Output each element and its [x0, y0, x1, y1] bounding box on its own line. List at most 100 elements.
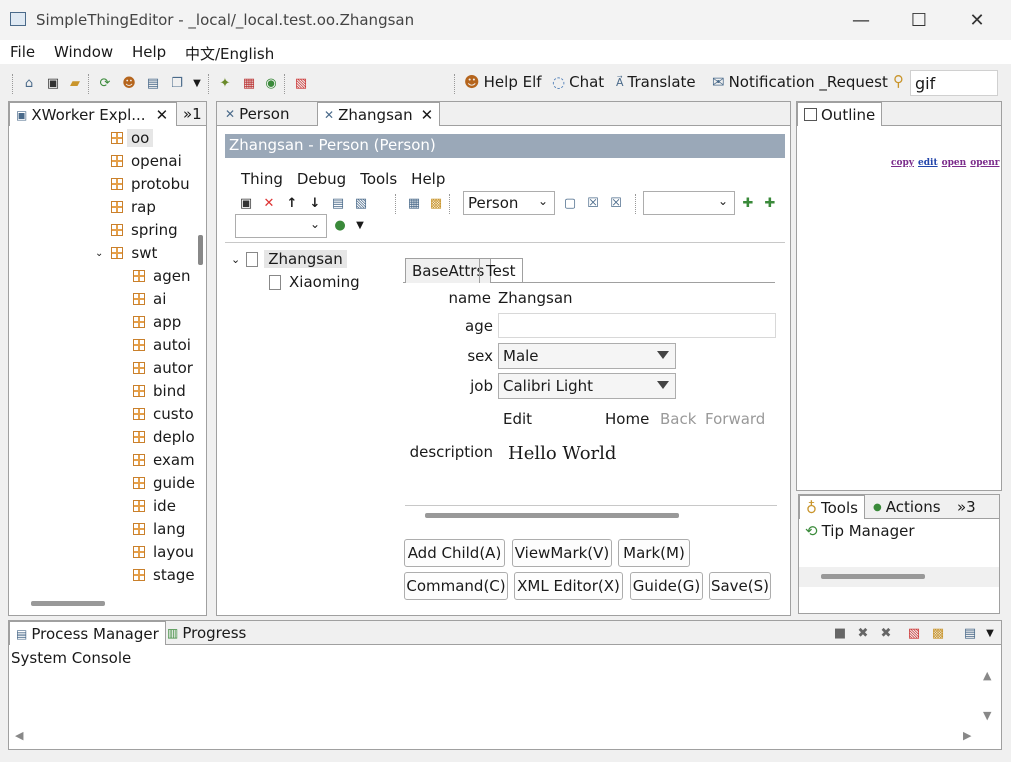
close-icon[interactable]: ✕	[156, 106, 169, 124]
tab-person[interactable]: ✕ Person	[219, 102, 295, 126]
tree-item-spring[interactable]: spring	[111, 219, 178, 241]
tree-item-openai[interactable]: openai	[111, 150, 182, 172]
horizontal-scrollbar[interactable]	[425, 513, 679, 518]
xml-editor-button[interactable]: XML Editor(X)	[514, 572, 623, 600]
chat-link[interactable]: ◌ Chat	[552, 73, 604, 91]
display-icon[interactable]: ▤	[961, 624, 979, 642]
close-button[interactable]: ✕	[954, 6, 1000, 34]
tree-item-lang[interactable]: lang	[133, 518, 185, 540]
tree-item-zhangsan[interactable]: ⌄ Zhangsan	[231, 248, 347, 270]
description-editor[interactable]: Hello World	[498, 433, 776, 499]
desc-forward-button[interactable]: Forward	[705, 410, 765, 428]
tree-item-ai[interactable]: ai	[133, 288, 166, 310]
tree-item-swt[interactable]: ⌄ swt	[95, 242, 157, 264]
search-input[interactable]: gif	[910, 70, 998, 96]
thing-x-icon[interactable]: ☒	[584, 194, 602, 212]
tree-item-autoi[interactable]: autoi	[133, 334, 191, 356]
command-button[interactable]: Command(C)	[404, 572, 508, 600]
scroll-up-icon[interactable]: ▲	[983, 669, 991, 682]
lock-icon[interactable]: ▩	[929, 624, 947, 642]
plugin-icon[interactable]: ✦	[216, 74, 234, 92]
close-icon[interactable]: ✕	[421, 106, 434, 124]
tab-zhangsan[interactable]: ✕ Zhangsan ✕	[317, 102, 441, 126]
save-icon[interactable]: ▣	[237, 194, 255, 212]
home-icon[interactable]: ⌂	[20, 74, 38, 92]
monitor-icon[interactable]: ▤	[144, 74, 162, 92]
menu-help[interactable]: Help	[411, 170, 445, 188]
notification-request-link[interactable]: ✉ Notification _Request	[712, 73, 888, 91]
desc-edit-tab[interactable]: Edit	[503, 410, 532, 428]
bookmark-icon[interactable]: ▩	[427, 194, 445, 212]
menu-thing[interactable]: Thing	[241, 170, 283, 188]
menu-language[interactable]: 中文/English	[185, 43, 274, 64]
save-button[interactable]: Save(S)	[709, 572, 771, 600]
tree-item-autor[interactable]: autor	[133, 357, 193, 379]
menu-tools[interactable]: Tools	[360, 170, 397, 188]
run-icon[interactable]: ✚	[739, 194, 757, 212]
new-thing-icon[interactable]: ▢	[561, 194, 579, 212]
dropdown-arrow-icon[interactable]: ▼	[351, 216, 369, 234]
clear-console-icon[interactable]: ▧	[905, 624, 923, 642]
tree-item-rap[interactable]: rap	[111, 196, 156, 218]
stop-icon[interactable]: ■	[831, 624, 849, 642]
dropdown-arrow-icon[interactable]: ▼	[188, 74, 206, 92]
tab-progress[interactable]: ▥ Progress	[161, 621, 252, 645]
scroll-down-icon[interactable]: ▼	[983, 709, 991, 722]
tree-item-layou[interactable]: layou	[133, 541, 194, 563]
target-select[interactable]: ⌄	[235, 214, 327, 238]
save-icon[interactable]: ▣	[44, 74, 62, 92]
open-folder-icon[interactable]: ▰	[66, 74, 84, 92]
refresh-icon[interactable]: ⟳	[96, 74, 114, 92]
tree-item-bind[interactable]: bind	[133, 380, 186, 402]
arrow-down-icon[interactable]: ↓	[306, 194, 324, 212]
delete-icon[interactable]: ✕	[260, 194, 278, 212]
menu-help[interactable]: Help	[132, 43, 166, 61]
pdf-icon[interactable]: ▧	[292, 74, 310, 92]
tree-item-stage[interactable]: stage	[133, 564, 195, 586]
tip-manager-item[interactable]: ⟲ Tip Manager	[805, 522, 915, 540]
chevron-down-icon[interactable]: ⌄	[95, 248, 103, 259]
chevron-down-icon[interactable]: ⌄	[231, 253, 240, 266]
tree-item-custo[interactable]: custo	[133, 403, 194, 425]
menu-file[interactable]: File	[10, 43, 35, 61]
tab-process-manager[interactable]: ▤ Process Manager	[9, 621, 166, 645]
remove-all-icon[interactable]: ✖	[877, 624, 895, 642]
openr-link[interactable]: openr	[970, 158, 999, 168]
tree-item-protobuf[interactable]: protobu	[111, 173, 190, 195]
tab-outline[interactable]: Outline	[797, 102, 883, 126]
tree-item-deplo[interactable]: deplo	[133, 426, 195, 448]
horizontal-scrollbar[interactable]	[821, 574, 925, 579]
package-icon[interactable]: ▦	[240, 74, 258, 92]
horizontal-scrollbar[interactable]	[31, 601, 105, 606]
tab-overflow[interactable]: »1	[177, 102, 208, 126]
windows-icon[interactable]: ❐	[168, 74, 186, 92]
tree-item-exam[interactable]: exam	[133, 449, 195, 471]
remove-icon[interactable]: ✖	[854, 624, 872, 642]
arrow-up-icon[interactable]: ↑	[283, 194, 301, 212]
tab-xworker-explorer[interactable]: ▣ XWorker Expl... ✕	[9, 102, 177, 126]
outline-icon[interactable]: ▦	[405, 194, 423, 212]
tree-item-app[interactable]: app	[133, 311, 181, 333]
mark-button[interactable]: Mark(M)	[618, 539, 690, 567]
tree-item-agen[interactable]: agen	[133, 265, 190, 287]
tab-overflow[interactable]: »3	[951, 495, 982, 519]
tree-item-ide[interactable]: ide	[133, 495, 176, 517]
globe-icon[interactable]: ◉	[262, 74, 280, 92]
thing-type-select[interactable]: Person ⌄	[463, 191, 555, 215]
play-icon[interactable]: ●	[331, 216, 349, 234]
copy-link[interactable]: copy	[891, 158, 914, 168]
vertical-scrollbar[interactable]	[198, 235, 203, 265]
guide-button[interactable]: Guide(G)	[630, 572, 703, 600]
tab-actions[interactable]: ● Actions	[867, 495, 947, 519]
scroll-right-icon[interactable]: ▶	[963, 729, 971, 742]
help-elf-link[interactable]: ☻ Help Elf	[464, 73, 542, 91]
desc-back-button[interactable]: Back	[660, 410, 696, 428]
scroll-left-icon[interactable]: ◀	[15, 729, 23, 742]
tab-test[interactable]: Test	[479, 258, 523, 283]
minimize-button[interactable]: —	[838, 6, 884, 34]
add-child-button[interactable]: Add Child(A)	[404, 539, 505, 567]
debug-icon[interactable]: ✚	[761, 194, 779, 212]
translate-link[interactable]: A⃗ Translate	[616, 73, 696, 91]
xml-icon[interactable]: ▧	[352, 194, 370, 212]
open-link[interactable]: open	[942, 158, 967, 168]
